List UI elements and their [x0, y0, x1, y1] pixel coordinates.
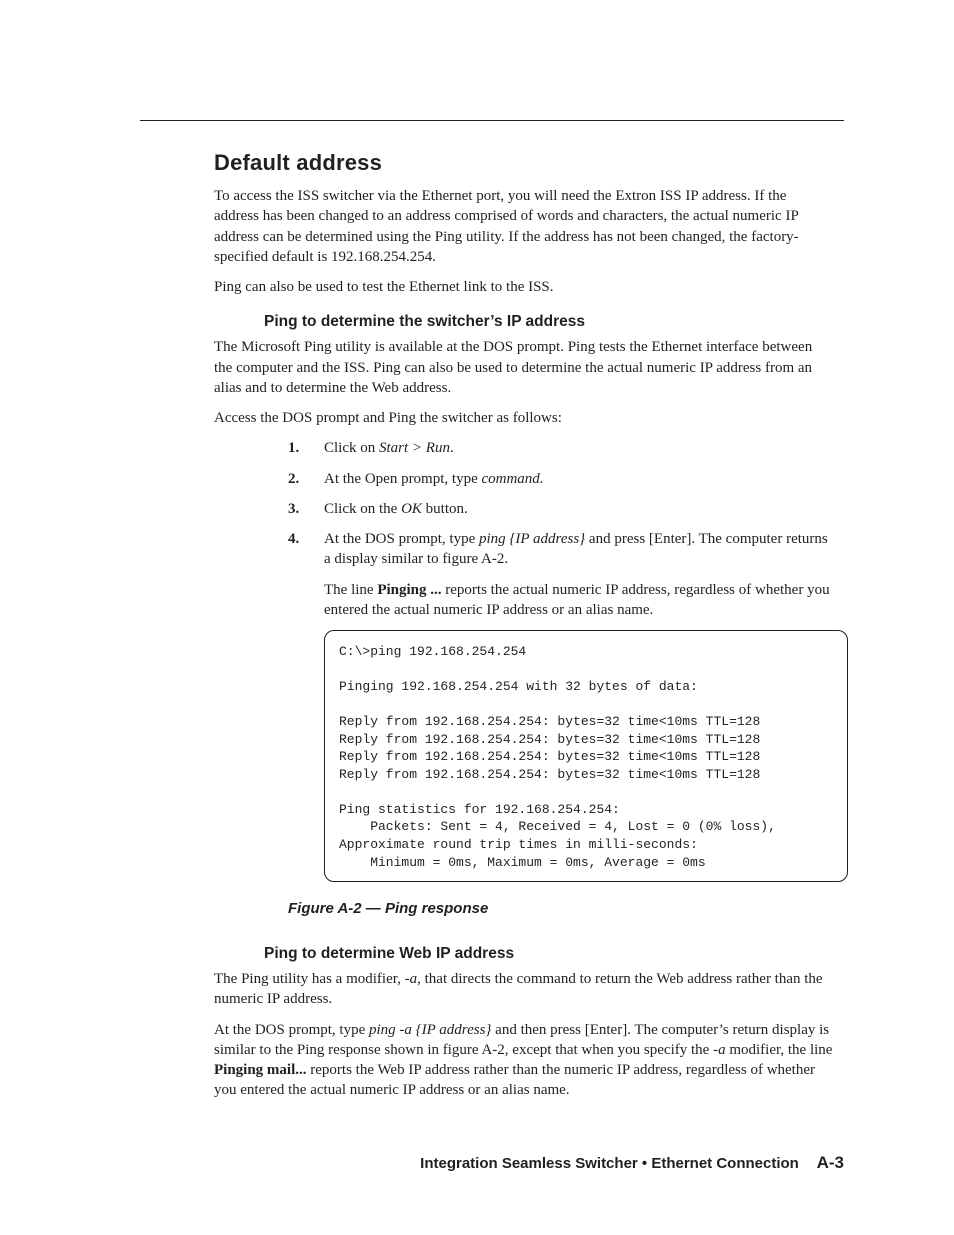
- ping-web-paragraph-2: At the DOS prompt, type ping -a {IP addr…: [214, 1020, 834, 1101]
- step-number-value: 2: [288, 471, 296, 487]
- step-number: 2.: [288, 469, 324, 489]
- step-2: 2. At the Open prompt, type command.: [288, 469, 834, 489]
- step-1: 1. Click on Start > Run.: [288, 438, 834, 458]
- header-rule: [140, 120, 844, 121]
- heading-default-address: Default address: [214, 150, 834, 176]
- steps-list: 1. Click on Start > Run. 2. At the Open …: [288, 438, 834, 569]
- content-block: Default address To access the ISS switch…: [214, 150, 834, 1111]
- page-container: Default address To access the ISS switch…: [0, 0, 954, 1235]
- step-number-value: 3: [288, 501, 296, 517]
- ping-output-codebox: C:\>ping 192.168.254.254 Pinging 192.168…: [324, 630, 848, 882]
- step-number-value: 1: [288, 440, 296, 456]
- ping-ip-paragraph-1: The Microsoft Ping utility is available …: [214, 337, 834, 398]
- step-text: At the DOS prompt, type ping {IP address…: [324, 529, 834, 570]
- page-footer: Integration Seamless Switcher • Ethernet…: [420, 1153, 844, 1173]
- step-text: Click on the OK button.: [324, 499, 834, 519]
- step-4: 4. At the DOS prompt, type ping {IP addr…: [288, 529, 834, 570]
- ping-ip-paragraph-2: Access the DOS prompt and Ping the switc…: [214, 408, 834, 428]
- step-number-value: 4: [288, 531, 296, 547]
- step-3: 3. Click on the OK button.: [288, 499, 834, 519]
- step-number: 4.: [288, 529, 324, 570]
- ping-web-paragraph-1: The Ping utility has a modifier, -a, tha…: [214, 969, 834, 1010]
- subheading-ping-web: Ping to determine Web IP address: [264, 945, 834, 963]
- footer-title: Integration Seamless Switcher • Ethernet…: [420, 1155, 799, 1172]
- step-text: At the Open prompt, type command.: [324, 469, 834, 489]
- step-text: Click on Start > Run.: [324, 438, 834, 458]
- intro-paragraph-1: To access the ISS switcher via the Ether…: [214, 186, 834, 267]
- step-number: 3.: [288, 499, 324, 519]
- footer-page-number: A-3: [817, 1153, 844, 1172]
- step-number: 1.: [288, 438, 324, 458]
- step-4-subnote: The line Pinging ... reports the actual …: [324, 580, 834, 621]
- subheading-ping-ip: Ping to determine the switcher’s IP addr…: [264, 313, 834, 331]
- intro-paragraph-2: Ping can also be used to test the Ethern…: [214, 277, 834, 297]
- figure-caption: Figure A-2 — Ping response: [288, 900, 834, 917]
